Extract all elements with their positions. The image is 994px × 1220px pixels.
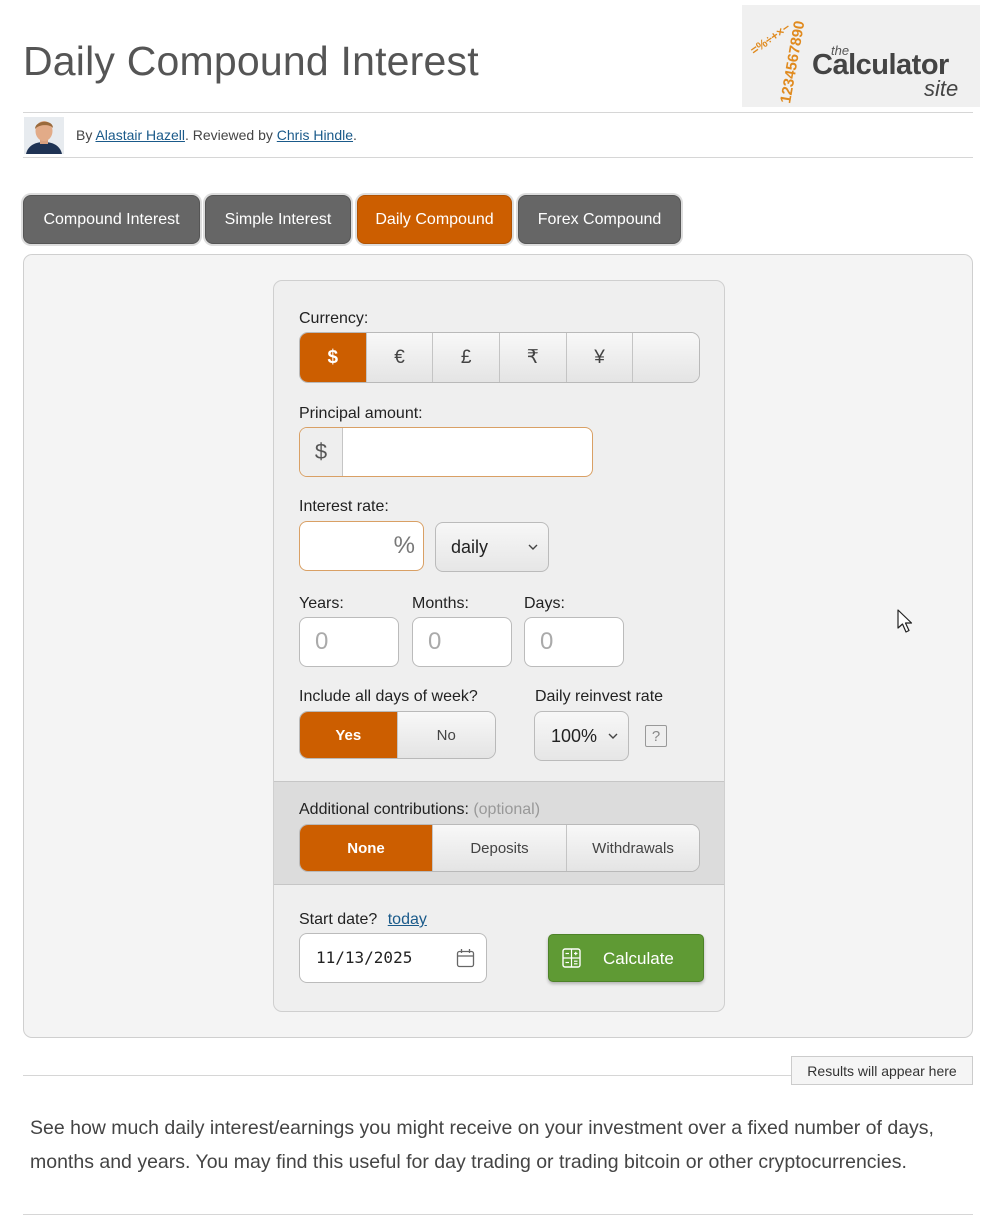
today-link[interactable]: today (388, 911, 427, 928)
weekdays-toggle: Yes No (299, 711, 496, 759)
months-input[interactable]: 0 (412, 617, 512, 667)
footer-divider (23, 1214, 973, 1215)
site-logo[interactable]: 1234567890 =%÷+×− the Calculator site (742, 5, 980, 107)
results-divider (23, 1075, 791, 1076)
interest-rate-label: Interest rate: (299, 498, 389, 515)
tab-daily-compound[interactable]: Daily Compound (357, 195, 512, 244)
contributions-selector: None Deposits Withdrawals (299, 824, 700, 872)
calculate-button[interactable]: Calculate (548, 934, 704, 982)
start-date-label-text: Start date? (299, 911, 378, 928)
contributions-label: Additional contributions: (optional) (299, 801, 540, 819)
byline-prefix: By (76, 127, 96, 143)
byline-divider (23, 157, 973, 158)
currency-label: Currency: (299, 310, 369, 327)
days-input[interactable]: 0 (524, 617, 624, 667)
byline-middle: . Reviewed by (184, 127, 277, 143)
calendar-icon[interactable] (456, 948, 475, 968)
currency-yen[interactable]: ¥ (566, 333, 634, 382)
chevron-down-icon (528, 544, 538, 550)
months-label: Months: (412, 595, 469, 612)
interest-rate-input[interactable]: % (299, 521, 424, 571)
months-placeholder: 0 (428, 628, 442, 655)
byline-text: By Alastair Hazell. Reviewed by Chris Hi… (76, 127, 357, 143)
byline: By Alastair Hazell. Reviewed by Chris Hi… (24, 115, 974, 155)
tab-simple-interest[interactable]: Simple Interest (205, 195, 351, 244)
header-divider (23, 112, 973, 113)
percent-symbol: % (393, 532, 415, 559)
rate-period-select[interactable]: daily (435, 522, 549, 572)
currency-euro[interactable]: € (366, 333, 434, 382)
results-placeholder: Results will appear here (791, 1056, 973, 1085)
days-placeholder: 0 (540, 628, 554, 655)
byline-suffix: . (353, 127, 357, 143)
calculator-icon (562, 948, 581, 968)
start-date-label: Start date? today (299, 911, 427, 929)
contrib-none[interactable]: None (300, 825, 433, 871)
reviewer-link[interactable]: Chris Hindle (277, 127, 353, 143)
author-link[interactable]: Alastair Hazell (95, 127, 184, 143)
contributions-optional: (optional) (473, 801, 541, 818)
mouse-cursor-icon (897, 609, 913, 633)
logo-site: site (924, 76, 959, 101)
days-label: Days: (524, 595, 565, 612)
intro-paragraph: See how much daily interest/earnings you… (30, 1117, 934, 1173)
principal-currency-symbol: $ (300, 428, 343, 476)
author-avatar (24, 117, 64, 154)
contributions-section: Additional contributions: (optional) Non… (274, 781, 724, 885)
weekdays-yes[interactable]: Yes (300, 712, 398, 758)
currency-pound[interactable]: £ (433, 333, 501, 382)
currency-custom[interactable] (633, 333, 699, 382)
weekdays-no[interactable]: No (397, 712, 495, 758)
reinvest-value: 100% (551, 726, 598, 746)
tab-compound-interest[interactable]: Compound Interest (23, 195, 200, 244)
currency-selector: $ € £ ₹ ¥ (299, 332, 700, 383)
calculator-form: Currency: $ € £ ₹ ¥ Principal amount: $ … (273, 280, 725, 1012)
page-title: Daily Compound Interest (23, 38, 479, 84)
currency-dollar[interactable]: $ (300, 333, 367, 382)
calculator-panel: Currency: $ € £ ₹ ¥ Principal amount: $ … (23, 254, 973, 1038)
years-label: Years: (299, 595, 344, 612)
currency-rupee[interactable]: ₹ (500, 333, 567, 382)
start-date-value: 11/13/2025 (316, 948, 413, 967)
years-placeholder: 0 (315, 628, 329, 655)
help-icon[interactable]: ? (645, 725, 667, 747)
years-input[interactable]: 0 (299, 617, 399, 667)
contrib-deposits[interactable]: Deposits (433, 825, 567, 871)
reinvest-label: Daily reinvest rate (535, 688, 664, 705)
reinvest-select[interactable]: 100% (534, 711, 629, 761)
rate-period-value: daily (451, 537, 489, 557)
contrib-withdrawals[interactable]: Withdrawals (567, 825, 699, 871)
tab-forex-compound[interactable]: Forex Compound (518, 195, 681, 244)
chevron-down-icon (608, 733, 618, 739)
principal-label: Principal amount: (299, 405, 423, 422)
calculate-label: Calculate (603, 949, 674, 968)
contributions-label-text: Additional contributions: (299, 801, 474, 818)
start-date-input[interactable]: 11/13/2025 (299, 933, 487, 983)
weekdays-label: Include all days of week? (299, 688, 478, 705)
principal-input[interactable]: $ (299, 427, 593, 477)
